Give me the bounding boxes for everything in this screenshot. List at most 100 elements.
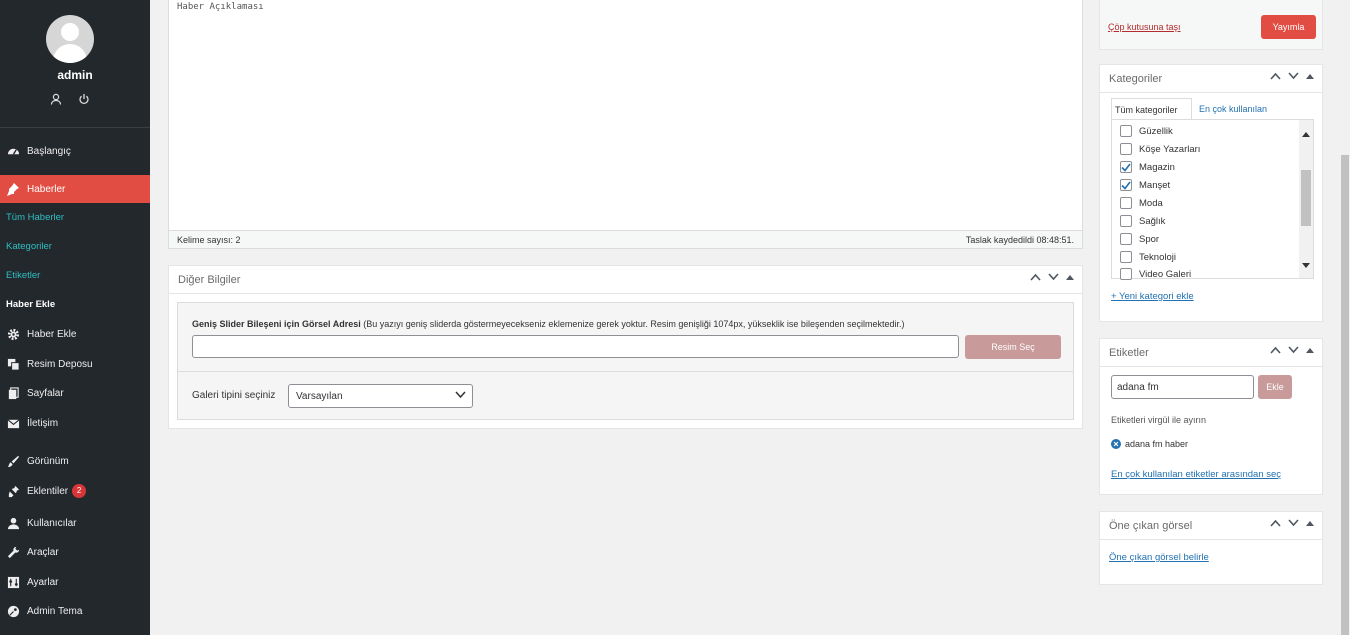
category-item[interactable]: Video Galeri [1120,265,1191,283]
postbox-title: Etiketler [1109,346,1149,359]
tag-hint: Etiketleri virgül ile ayırın [1111,415,1207,425]
page-scroll-thumb[interactable] [1341,155,1349,635]
draft-saved-status: Taslak kaydedildi 08:48:51. [965,234,1074,245]
category-item[interactable]: Güzellik [1120,122,1173,140]
category-scrollbar[interactable] [1299,120,1313,278]
menu-item-gorunum[interactable]: Görünüm [0,447,150,475]
remove-tag-icon[interactable] [1111,439,1121,449]
category-item[interactable]: Sağlık [1120,212,1165,230]
menu-item-resim-deposu[interactable]: Resim Deposu [0,350,150,378]
chevron-down-icon[interactable] [1288,72,1299,80]
collapse-triangle-icon[interactable] [1306,520,1314,526]
tag-input[interactable]: adana fm [1111,375,1254,399]
menu-item-label: Sayfalar [27,387,64,399]
checkbox[interactable] [1120,233,1132,245]
media-icon [6,357,20,371]
menu-item-admin-tema[interactable]: Admin Tema [0,597,150,625]
wrench-icon [6,545,20,559]
menu-item-label: Haber Ekle [27,328,77,340]
chevron-up-icon[interactable] [1270,346,1281,354]
tab-most-used[interactable]: En çok kullanılan [1199,98,1267,120]
scroll-thumb[interactable] [1301,170,1311,226]
admin-sidebar: admin Başlangıç Haberler Tüm Haberler Ka… [0,0,150,635]
submenu-item-tum-haberler[interactable]: Tüm Haberler [6,212,64,223]
checkbox[interactable] [1120,251,1132,263]
chevron-up-icon[interactable] [1270,72,1281,80]
postbox-title: Diğer Bilgiler [178,273,241,286]
settings-icon [6,575,20,589]
tags-box: Etiketler adana fm Ekle Etiketleri virgü… [1099,338,1323,495]
checkbox[interactable] [1120,268,1132,280]
menu-item-eklentiler[interactable]: Eklentiler 2 [0,477,150,505]
gear-icon [6,327,20,341]
submenu-item-haber-ekle[interactable]: Haber Ekle [6,299,55,310]
submenu-item-kategoriler[interactable]: Kategoriler [6,241,52,252]
content-editor[interactable]: Haber Açıklaması Kelime sayısı: 2 Taslak… [168,0,1083,249]
avatar[interactable] [46,15,94,63]
dashboard-icon [6,144,20,158]
category-item[interactable]: Magazin [1120,158,1175,176]
checkbox[interactable] [1120,179,1132,191]
checkbox[interactable] [1120,197,1132,209]
menu-item-iletisim[interactable]: İletişim [0,409,150,437]
checkbox[interactable] [1120,161,1132,173]
most-used-tags-link[interactable]: En çok kullanılan etiketler arasından se… [1111,469,1281,480]
collapse-triangle-icon[interactable] [1306,347,1314,353]
category-item[interactable]: Teknoloji [1120,248,1176,266]
menu-item-araclar[interactable]: Araçlar [0,538,150,566]
gallery-type-select[interactable]: Varsayılan [288,384,473,408]
slider-image-url-input[interactable] [192,335,959,358]
chevron-down-icon[interactable] [1048,273,1059,281]
menu-item-sayfalar[interactable]: Sayfalar [0,379,150,407]
editor-content[interactable]: Haber Açıklaması [177,2,264,12]
category-item[interactable]: Köşe Yazarları [1120,140,1200,158]
user-profile: admin [0,0,150,128]
menu-item-label: Eklentiler [27,485,69,497]
postbox-header: Diğer Bilgiler [169,266,1082,294]
slider-image-label: Geniş Slider Bileşeni için Görsel Adresi… [192,319,905,329]
move-to-trash-link[interactable]: Çöp kutusuna taşı [1108,22,1181,32]
menu-item-label: Haberler [27,183,66,195]
menu-item-label: Ayarlar [27,576,59,588]
add-new-category-link[interactable]: + Yeni kategori ekle [1111,291,1194,302]
users-icon [6,516,20,530]
category-item[interactable]: Manşet [1120,176,1170,194]
publish-button[interactable]: Yayımla [1261,15,1316,39]
chevron-up-icon[interactable] [1270,519,1281,527]
add-tag-button[interactable]: Ekle [1258,375,1292,399]
menu-item-label: Admin Tema [27,605,83,617]
pages-icon [6,386,20,400]
menu-item-baslangic[interactable]: Başlangıç [0,137,150,165]
tab-all-categories[interactable]: Tüm kategoriler [1111,98,1192,120]
page-scrollbar[interactable] [1340,0,1350,635]
gallery-type-label: Galeri tipini seçiniz [192,390,276,401]
checkbox[interactable] [1120,125,1132,137]
checkbox[interactable] [1120,215,1132,227]
chevron-down-icon[interactable] [1288,346,1299,354]
profile-icon[interactable] [46,89,66,109]
scroll-up-arrow-icon[interactable] [1302,124,1310,142]
submenu-item-etiketler[interactable]: Etiketler [6,270,40,281]
palette-icon [6,604,20,618]
collapse-triangle-icon[interactable] [1306,73,1314,79]
category-item[interactable]: Moda [1120,194,1163,212]
category-item[interactable]: Spor [1120,230,1159,248]
collapse-triangle-icon[interactable] [1066,274,1074,280]
tag-chip: adana fm haber [1111,439,1188,449]
pin-icon [6,182,20,196]
chevron-up-icon[interactable] [1030,273,1041,281]
chevron-down-icon [455,391,466,402]
postbox-header: Etiketler [1100,339,1322,367]
select-image-button[interactable]: Resim Seç [965,335,1061,359]
logout-power-icon[interactable] [74,89,94,109]
menu-item-label: Araçlar [27,546,59,558]
menu-item-haber-ekle[interactable]: Haber Ekle [0,320,150,348]
user-name: admin [57,68,93,82]
menu-item-ayarlar[interactable]: Ayarlar [0,568,150,596]
menu-item-kullanicilar[interactable]: Kullanıcılar [0,509,150,537]
set-featured-image-link[interactable]: Öne çıkan görsel belirle [1109,552,1209,563]
chevron-down-icon[interactable] [1288,519,1299,527]
menu-item-haberler[interactable]: Haberler [0,175,150,203]
checkbox[interactable] [1120,143,1132,155]
scroll-down-arrow-icon[interactable] [1302,256,1310,274]
